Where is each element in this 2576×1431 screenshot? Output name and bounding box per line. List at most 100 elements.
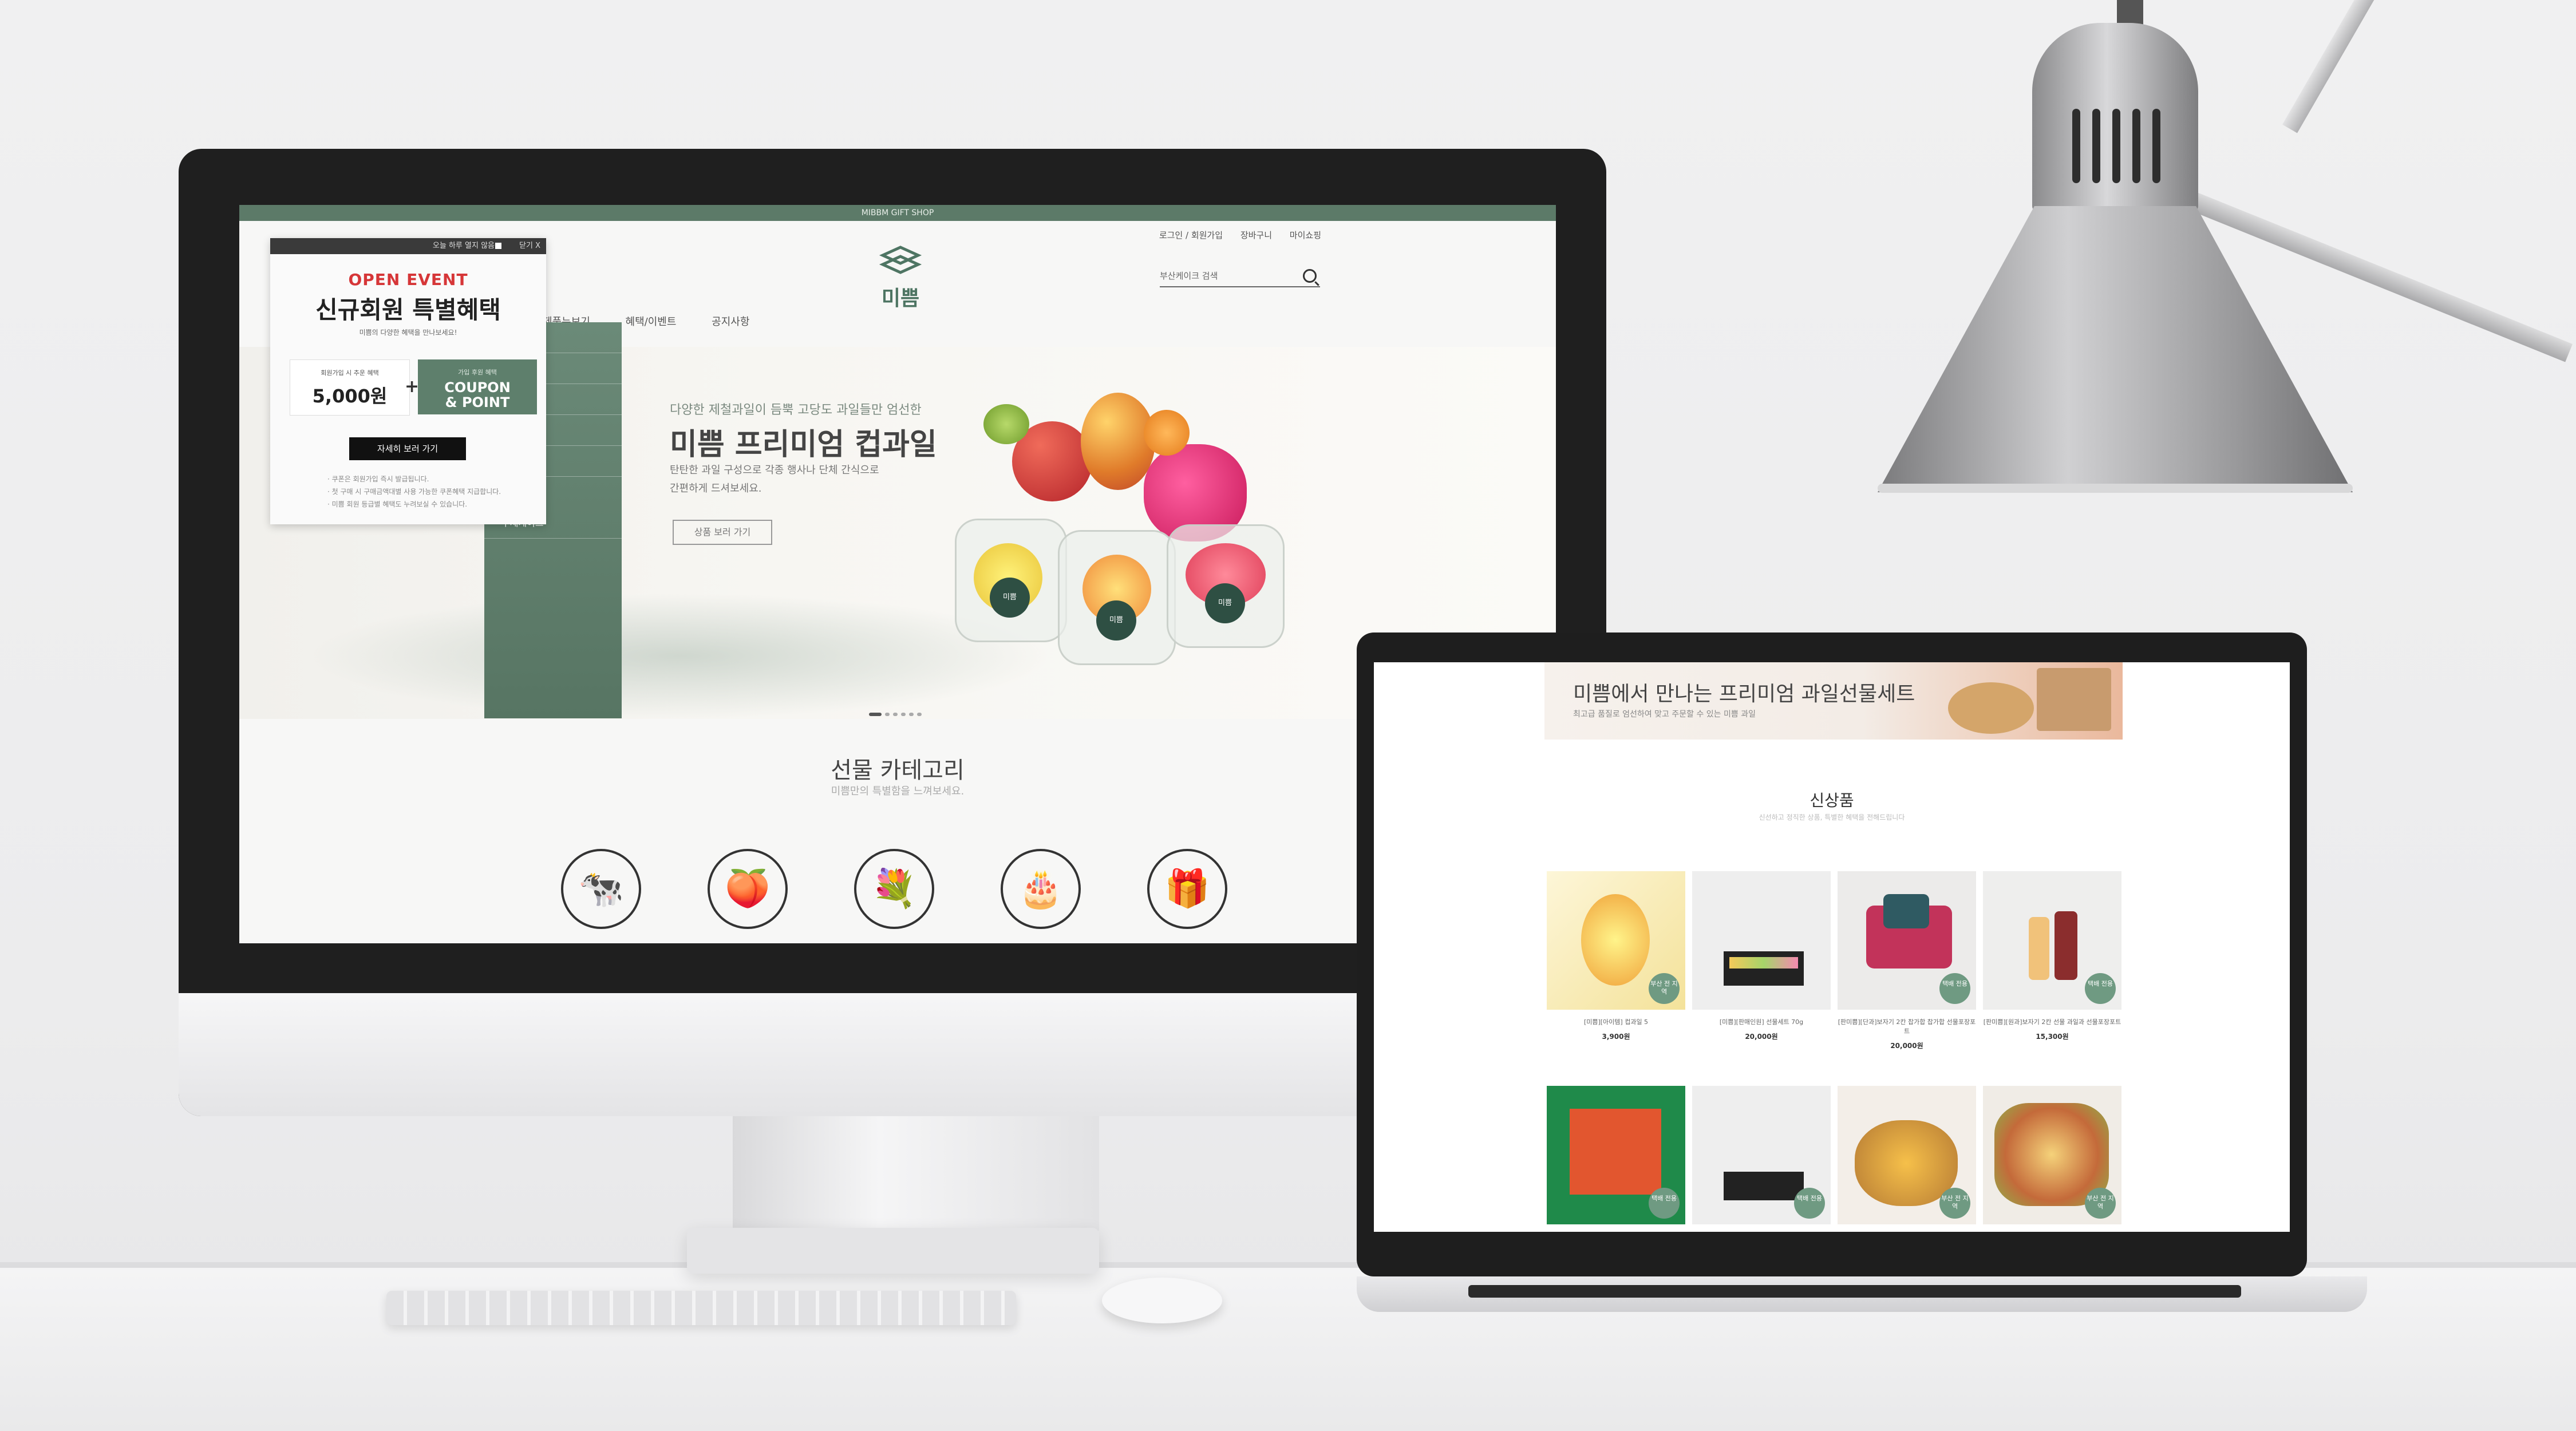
delivery-badge: 부산 전 지역 (2085, 1188, 2116, 1219)
cart-link[interactable]: 장바구니 (1240, 230, 1272, 240)
event-headline: 신규회원 특별혜택 (315, 296, 501, 324)
hero-shop-button[interactable]: 상품 보러 가기 (673, 520, 772, 545)
product-card[interactable]: 택배 전용 [판미쁨][단과]보자기 2칸 찹가합 찹가합 선물포장포트 20,… (1838, 871, 1976, 1050)
plus-icon: + (405, 377, 420, 397)
utility-links: 로그인 / 회원가입 장바구니 마이쇼핑 (1144, 229, 1321, 241)
coupon-ticket-5000: 회원가입 시 추운 혜택 5,000원 (290, 359, 410, 416)
cup-badge: 미쁨 (1096, 600, 1136, 641)
hero-fruit-image: 미쁨 미쁨 미쁨 (949, 381, 1304, 702)
monitor-stand-base (687, 1228, 1099, 1274)
product-name: [판미쁨][단과]보자기 2칸 찹가합 찹가합 선물포장포트 (1838, 1018, 1976, 1035)
hide-today-checkbox[interactable] (495, 243, 501, 249)
fruit-box-image (2037, 668, 2111, 731)
delivery-badge: 부산 전 지역 (1939, 1188, 1970, 1219)
hero-mist-decoration (308, 593, 1052, 719)
basket-image (1948, 682, 2034, 734)
product-price: 3,900원 (1602, 1033, 1630, 1041)
hide-today-label[interactable]: 오늘 하루 열지 않음 (433, 238, 495, 254)
product-image: 택배 전용 (1838, 871, 1976, 1010)
slide-indicator[interactable] (869, 707, 925, 718)
hero-desc-line1: 탄탄한 과일 구성으로 각종 행사나 단체 간식으로 (670, 464, 879, 476)
slide-dot[interactable] (869, 713, 882, 716)
product-image: 부산 전 지역 (1547, 871, 1685, 1010)
ticket-caption: 회원가입 시 추운 혜택 (321, 369, 379, 377)
delivery-badge: 택배 전용 (1939, 973, 1970, 1004)
new-products-subtitle: 신선하고 정직한 상품, 특별한 혜택을 전해드립니다 (1759, 813, 1905, 821)
popup-close-button[interactable]: 닫기 X (519, 238, 540, 254)
cup-badge: 미쁨 (1205, 583, 1245, 623)
product-name: [미쁨][아이템] 컵과일 5 (1583, 1018, 1649, 1026)
search-placeholder: 부산케이크 검색 (1160, 271, 1218, 281)
ticket-coupon-line2: & POINT (445, 394, 510, 410)
new-products-title: 신상품 (1809, 791, 1854, 810)
cake-icon[interactable]: 🎂 (1001, 849, 1081, 929)
ticket-value: 5,000원 (312, 385, 388, 407)
logo-mark-icon (879, 246, 922, 274)
lamp-rim (1878, 484, 2353, 493)
product-card[interactable]: 부산 전 지역 (1838, 1086, 1976, 1224)
bouquet-icon[interactable]: 💐 (854, 849, 934, 929)
logo-text: 미쁨 (881, 287, 920, 310)
search-icon[interactable] (1303, 269, 1317, 283)
popup-note: · 미쁨 회원 등급별 혜택도 누려보실 수 있습니다. (327, 500, 468, 508)
product-price: 20,000원 (1890, 1042, 1923, 1050)
keyboard (386, 1291, 1016, 1325)
nav-events[interactable]: 혜택/이벤트 (626, 316, 677, 328)
popup-detail-button[interactable]: 자세히 보러 가기 (349, 437, 466, 460)
product-card[interactable]: 부산 전 지역 [미쁨][아이템] 컵과일 5 3,900원 (1547, 871, 1685, 1041)
nav-notice[interactable]: 공지사항 (712, 316, 749, 328)
product-name: [미쁨][판매인원] 선물세트 70g (1719, 1018, 1804, 1026)
search-input[interactable]: 부산케이크 검색 (1160, 266, 1320, 287)
product-image (1692, 871, 1831, 1010)
event-label: OPEN EVENT (348, 270, 468, 289)
promo-subtitle: 최고급 품질로 엄선하여 맞고 주문할 수 있는 미쁨 과일 (1573, 710, 1756, 719)
product-name: [판미쁨][원과]보자기 2칸 선물 과일과 선물포장포트 (1983, 1018, 2121, 1026)
slide-dot[interactable] (901, 713, 906, 716)
promo-banner[interactable]: 미쁨에서 만나는 프리미엄 과일선물세트 최고급 품질로 엄선하여 맞고 주문할… (1544, 662, 2123, 740)
myshop-link[interactable]: 마이쇼핑 (1290, 230, 1321, 240)
cow-icon[interactable]: 🐄 (561, 849, 641, 929)
product-card[interactable]: [미쁨][판매인원] 선물세트 70g 20,000원 (1692, 871, 1831, 1041)
product-image: 부산 전 지역 (1838, 1086, 1976, 1224)
delivery-badge: 택배 전용 (2085, 973, 2116, 1004)
popup-notes: · 쿠폰은 회원가입 즉시 발급됩니다. · 첫 구매 시 구매금액대별 사용 … (327, 473, 501, 511)
ticket-caption: 가입 후원 혜택 (458, 369, 497, 376)
event-subtitle: 미쁨의 다양한 혜택을 만나보세요! (359, 329, 457, 337)
slide-dot[interactable] (909, 713, 914, 716)
slide-dot[interactable] (885, 713, 890, 716)
product-price: 15,300원 (2036, 1033, 2069, 1041)
popup-bar: 오늘 하루 열지 않음 닫기 X (270, 238, 546, 254)
popup-note: · 첫 구매 시 구매금액대별 사용 가능한 쿠폰혜택 지급합니다. (327, 488, 501, 496)
event-popup: 오늘 하루 열지 않음 닫기 X OPEN EVENT 신규회원 특별혜택 미쁨… (270, 238, 546, 524)
top-banner: MIBBM GIFT SHOP (239, 205, 1556, 221)
slide-dot[interactable] (917, 713, 922, 716)
hero-description: 탄탄한 과일 구성으로 각종 행사나 단체 간식으로 간편하게 드셔보세요. (670, 461, 945, 498)
slide-dot[interactable] (893, 713, 898, 716)
delivery-badge: 부산 전 지역 (1649, 973, 1680, 1004)
product-card[interactable]: 부산 전 지역 (1983, 1086, 2121, 1224)
hero-subtitle: 다양한 제철과일이 듬뿍 고당도 과일들만 엄선한 (670, 403, 922, 417)
gift-hands-icon[interactable]: 🎁 (1147, 849, 1227, 929)
product-image: 택배 전용 (1547, 1086, 1685, 1224)
lamp-cap (2032, 23, 2198, 212)
promo-title: 미쁨에서 만나는 프리미엄 과일선물세트 (1573, 682, 1915, 706)
product-card[interactable]: 택배 전용 (1547, 1086, 1685, 1224)
login-link[interactable]: 로그인 / 회원가입 (1159, 230, 1223, 240)
ticket-coupon-line1: COUPON (444, 380, 511, 396)
delivery-badge: 택배 전용 (1649, 1188, 1680, 1219)
laptop-screen: 미쁨에서 만나는 프리미엄 과일선물세트 최고급 품질로 엄선하여 맞고 주문할… (1374, 662, 2290, 1232)
product-card[interactable]: 택배 전용 [판미쁨][원과]보자기 2칸 선물 과일과 선물포장포트 15,3… (1983, 871, 2121, 1041)
product-card[interactable]: 택배 전용 (1692, 1086, 1831, 1224)
coupon-ticket-point: 가입 후원 혜택 COUPON & POINT (418, 359, 537, 414)
lamp-arm-upper (2282, 0, 2475, 133)
lamp-shade (1878, 206, 2353, 492)
product-image: 택배 전용 (1983, 871, 2121, 1010)
monitor-stand (733, 1116, 1099, 1231)
laptop-keyboard-slit (1468, 1285, 2241, 1298)
fruit-icon[interactable]: 🍑 (708, 849, 788, 929)
product-image: 부산 전 지역 (1983, 1086, 2121, 1224)
hero-desc-line2: 간편하게 드셔보세요. (670, 483, 762, 495)
product-price: 20,000원 (1745, 1033, 1778, 1041)
site-logo[interactable]: 미쁨 (875, 245, 926, 311)
cup-badge: 미쁨 (990, 578, 1030, 618)
